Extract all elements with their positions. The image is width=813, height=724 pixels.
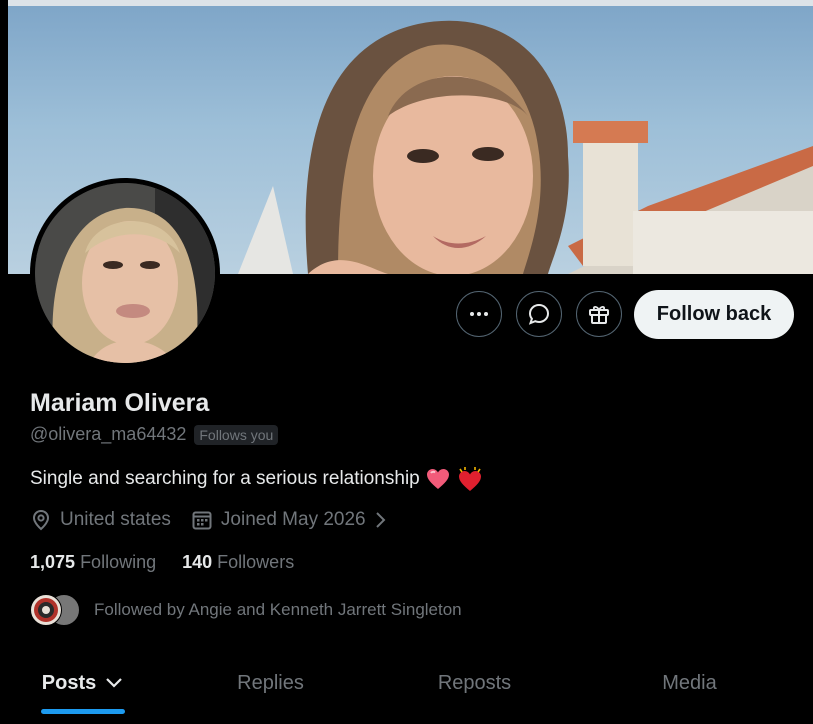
- chevron-down-icon: [106, 678, 123, 688]
- followed-by-avatars: [30, 594, 80, 626]
- gift-icon: [589, 305, 609, 324]
- profile-bio: Single and searching for a serious relat…: [30, 466, 484, 492]
- message-button[interactable]: [516, 291, 562, 337]
- tab-reposts[interactable]: Reposts: [383, 652, 566, 714]
- bio-text: Single and searching for a serious relat…: [30, 468, 420, 489]
- followers-stat[interactable]: 140 Followers: [182, 552, 294, 573]
- location-pin-icon: [32, 509, 50, 531]
- heart-eyes-emoji-icon: [458, 467, 481, 491]
- tab-reposts-label: Reposts: [437, 671, 512, 694]
- tab-replies[interactable]: Replies: [158, 652, 383, 714]
- chevron-right-icon: [375, 512, 386, 528]
- follow-stats: 1,075 Following 140 Followers: [30, 552, 294, 573]
- follows-you-badge: Follows you: [194, 424, 279, 445]
- profile-handle: @olivera_ma64432: [30, 424, 187, 444]
- tab-posts-label: Posts: [41, 671, 97, 694]
- location-item: United states: [30, 509, 171, 531]
- avatar-photo: [35, 183, 215, 363]
- profile-name: Mariam Olivera: [30, 389, 210, 417]
- more-options-button[interactable]: [456, 291, 502, 337]
- tab-media[interactable]: Media: [566, 652, 813, 714]
- gift-button[interactable]: [576, 291, 622, 337]
- following-label: Following: [80, 552, 157, 572]
- profile-meta: United states Joined May 2026: [30, 509, 408, 531]
- follower-avatar: [30, 594, 62, 626]
- message-icon: [528, 303, 550, 325]
- follow-back-button[interactable]: Follow back: [634, 290, 794, 339]
- active-tab-indicator: [41, 709, 125, 714]
- joined-item[interactable]: Joined May 2026: [191, 509, 388, 531]
- location-text: United states: [60, 509, 171, 530]
- more-icon: [470, 312, 488, 316]
- profile-tabs: Posts Replies Reposts Media: [8, 652, 813, 724]
- tab-replies-label: Replies: [237, 671, 304, 694]
- window-left-edge: [0, 0, 8, 724]
- handle-row: @olivera_ma64432 Follows you: [30, 424, 279, 445]
- joined-text: Joined May 2026: [220, 509, 366, 530]
- profile-avatar[interactable]: [30, 178, 220, 368]
- following-stat[interactable]: 1,075 Following: [30, 552, 156, 573]
- followers-label: Followers: [217, 552, 295, 572]
- calendar-icon: [192, 511, 212, 530]
- followed-by-text: Followed by Angie and Kenneth Jarrett Si…: [94, 600, 462, 619]
- following-count: 1,075: [30, 552, 76, 572]
- followers-count: 140: [182, 552, 213, 572]
- heart-emoji-icon: [426, 469, 449, 489]
- tab-posts[interactable]: Posts: [8, 652, 158, 714]
- tab-media-label: Media: [662, 671, 717, 694]
- followed-by-row[interactable]: Followed by Angie and Kenneth Jarrett Si…: [30, 594, 462, 626]
